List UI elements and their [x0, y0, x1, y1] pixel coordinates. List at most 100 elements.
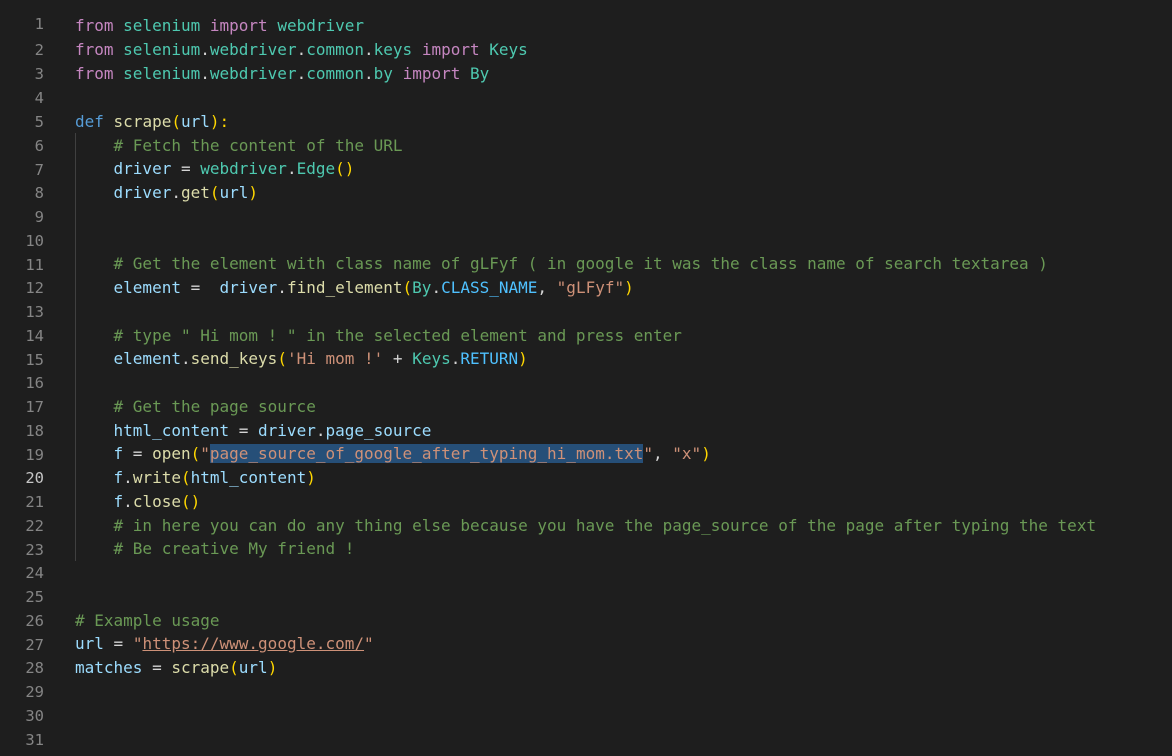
token: driver	[219, 278, 278, 297]
code-line[interactable]: 12 # Get the element with class name of …	[0, 252, 1172, 297]
line-content[interactable]: driver.get(url)	[75, 181, 259, 205]
token: .	[200, 64, 210, 83]
line-content[interactable]: from selenium import webdriver	[75, 14, 364, 38]
token: RETURN	[460, 349, 519, 368]
token: html_content	[113, 421, 230, 440]
token: matches	[75, 658, 143, 677]
token: close	[132, 492, 181, 511]
line-content[interactable]: from selenium.webdriver.common.by import…	[75, 62, 489, 86]
line-content[interactable]: f.close()	[75, 490, 201, 514]
token: .	[286, 159, 297, 178]
code-line[interactable]: 22 f.close()	[0, 490, 1172, 535]
code-line[interactable]: 18 # Get the page source	[0, 395, 1172, 440]
token: .	[364, 40, 374, 59]
token: =	[180, 278, 220, 297]
code-line-active[interactable]: 20 f = open("page_source_of_google_after…	[0, 442, 1172, 487]
line-content[interactable]: # Fetch the content of the URL	[75, 134, 403, 158]
line-content[interactable]: f.write(html_content)	[75, 466, 316, 490]
token: )	[306, 468, 316, 487]
token: "	[132, 634, 143, 653]
line-content[interactable]: # Get the page source	[75, 395, 316, 419]
code-line[interactable]: 26	[0, 585, 1172, 630]
code-line[interactable]: 16 element.send_keys('Hi mom !' + Keys.R…	[0, 347, 1172, 392]
code-editor[interactable]: 1 2 from selenium import webdriver 3 fro…	[0, 0, 1172, 756]
code-line[interactable]: 32	[0, 727, 1172, 756]
line-content[interactable]: # Example usage	[75, 609, 220, 633]
token: common	[306, 40, 365, 59]
token: .	[364, 64, 374, 83]
token: +	[383, 349, 413, 368]
code-line[interactable]: 31	[0, 704, 1172, 749]
line-content[interactable]: from selenium.webdriver.common.keys impo…	[75, 38, 528, 62]
line-content[interactable]: url = "https://www.google.com/"	[75, 632, 374, 656]
token: url	[238, 658, 268, 677]
line-content[interactable]: matches = scrape(url)	[75, 656, 277, 680]
token: =	[123, 444, 153, 463]
code-line[interactable]: 5	[0, 86, 1172, 131]
token: (	[171, 112, 181, 131]
token: element	[113, 278, 181, 297]
token: keys	[373, 40, 413, 59]
line-content[interactable]: # in here you can do any thing else beca…	[75, 514, 1097, 538]
code-line[interactable]: 24 # Be creative My friend !	[0, 537, 1172, 582]
token: CLASS_NAME	[441, 278, 538, 297]
token: .	[431, 278, 442, 297]
line-content[interactable]: element.send_keys('Hi mom !' + Keys.RETU…	[75, 347, 528, 371]
code-line[interactable]: 10	[0, 205, 1172, 250]
token: )	[701, 444, 711, 463]
token: )	[267, 658, 278, 677]
token: "	[643, 444, 654, 463]
line-content[interactable]: html_content = driver.page_source	[75, 419, 432, 443]
code-line[interactable]: 6 def scrape(url):	[0, 110, 1172, 155]
line-content[interactable]: f = open("page_source_of_google_after_ty…	[75, 442, 711, 466]
token: f	[113, 444, 124, 463]
code-line[interactable]: 29 matches = scrape(url)	[0, 656, 1172, 701]
line-content[interactable]: # type " Hi mom ! " in the selected elem…	[75, 324, 682, 348]
token: def	[75, 112, 104, 131]
code-line[interactable]: 17	[0, 371, 1172, 416]
code-line[interactable]: 4 from selenium.webdriver.common.by impo…	[0, 62, 1172, 107]
token: from	[75, 16, 114, 35]
line-content[interactable]: # Be creative My friend !	[75, 537, 355, 561]
code-line[interactable]: 3 from selenium.webdriver.common.keys im…	[0, 38, 1172, 83]
token: .	[123, 492, 133, 511]
token: =	[229, 421, 259, 440]
selected-text[interactable]: page_source_of_google_after_typing_hi_mo…	[209, 444, 644, 463]
token: By	[470, 64, 490, 83]
code-line[interactable]: 15 # type " Hi mom ! " in the selected e…	[0, 324, 1172, 369]
line-content[interactable]: driver = webdriver.Edge()	[75, 157, 355, 181]
code-line[interactable]: 1	[0, 0, 1172, 33]
code-line[interactable]: 21 f.write(html_content)	[0, 466, 1172, 511]
line-content[interactable]: # Get the element with class name of gLF…	[75, 252, 1048, 276]
token: scrape	[113, 112, 172, 131]
code-line[interactable]: 25	[0, 561, 1172, 606]
code-line[interactable]: 30	[0, 680, 1172, 725]
code-line[interactable]: 11	[0, 229, 1172, 274]
token: ,	[537, 278, 557, 297]
token: (	[402, 278, 413, 297]
code-line[interactable]: 13 element = driver.find_element(By.CLAS…	[0, 276, 1172, 321]
code-line[interactable]: 27 # Example usage	[0, 609, 1172, 654]
line-content[interactable]: def scrape(url):	[75, 110, 229, 134]
token: .	[171, 183, 181, 202]
code-line[interactable]: 7 # Fetch the content of the URL	[0, 134, 1172, 179]
code-line[interactable]: 23 # in here you can do any thing else b…	[0, 514, 1172, 559]
code-line[interactable]: 2 from selenium import webdriver	[0, 14, 1172, 59]
code-line[interactable]: 8 driver = webdriver.Edge()	[0, 157, 1172, 202]
line-content[interactable]: element = driver.find_element(By.CLASS_N…	[75, 276, 634, 300]
code-line[interactable]: 9 driver.get(url)	[0, 181, 1172, 226]
token: "	[200, 444, 210, 463]
code-line[interactable]: 14	[0, 300, 1172, 345]
code-line[interactable]: 19 html_content = driver.page_source	[0, 419, 1172, 464]
url-link[interactable]: https://www.google.com/	[142, 634, 364, 653]
code-line[interactable]: 28 url = "https://www.google.com/"	[0, 632, 1172, 677]
